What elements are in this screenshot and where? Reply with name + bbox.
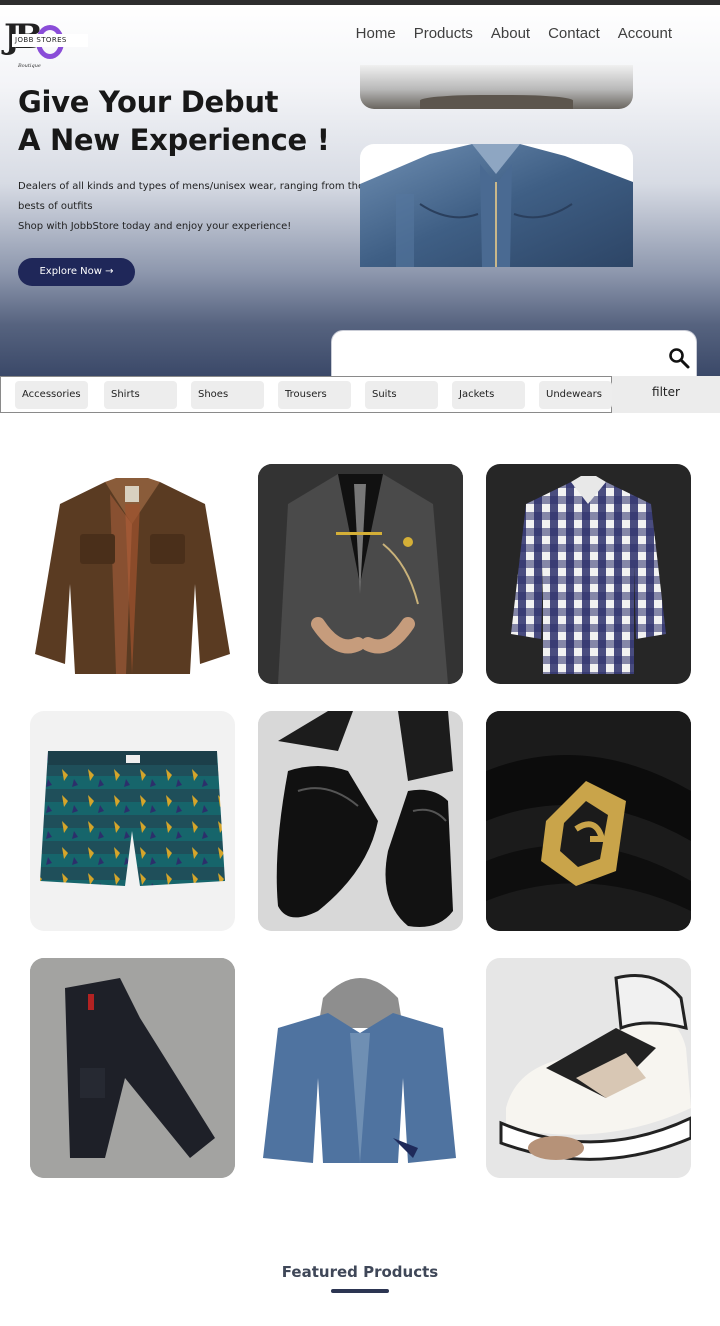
category-shirts[interactable]: Shirts — [104, 381, 177, 409]
featured-products-heading: Featured Products — [281, 1263, 439, 1281]
hero-title-line-1: Give Your Debut — [18, 85, 279, 119]
hero-tagline: Shop with JobbStore today and enjoy your… — [18, 221, 292, 232]
product-card-chunky-sneakers[interactable] — [486, 958, 691, 1178]
belt-image — [486, 711, 691, 931]
category-shoes[interactable]: Shoes — [191, 381, 264, 409]
brown-jacket-image — [35, 478, 230, 674]
boxer-shorts-image — [40, 751, 225, 886]
nav-account[interactable]: Account — [618, 25, 672, 42]
category-accessories[interactable]: Accessories — [15, 381, 88, 409]
featured-underline — [331, 1289, 389, 1293]
hero-image-denim-jacket — [360, 144, 633, 267]
filter-button[interactable]: filter — [612, 376, 720, 413]
product-card-checked-shirt[interactable] — [486, 464, 691, 684]
explore-now-button[interactable]: Explore Now → — [18, 258, 135, 286]
search-bar — [331, 330, 697, 381]
hero-description: Dealers of all kinds and types of mens/u… — [18, 181, 365, 212]
checked-shirt-image — [511, 476, 666, 674]
hero-section: JB JOBB STORES Boutique Home Products Ab… — [0, 5, 720, 381]
hero-title: Give Your Debut A New Experience ! — [18, 83, 330, 159]
product-card-cargo-jeans[interactable] — [30, 958, 235, 1178]
product-card-belt[interactable] — [486, 711, 691, 931]
denim-jacket-illustration — [360, 144, 633, 267]
product-card-suit[interactable] — [258, 464, 463, 684]
hooded-denim-jacket-image — [263, 978, 456, 1163]
store-logo[interactable]: JB JOBB STORES Boutique — [2, 17, 88, 73]
product-card-hooded-denim-jacket[interactable] — [258, 958, 463, 1178]
hero-title-line-2: A New Experience ! — [18, 123, 330, 157]
nav-about[interactable]: About — [491, 25, 530, 42]
category-underwears[interactable]: Undewears — [539, 381, 612, 409]
hero-image-top — [360, 65, 633, 109]
suit-image — [258, 464, 463, 684]
category-suits[interactable]: Suits — [365, 381, 438, 409]
logo-band-text: JOBB STORES — [12, 34, 88, 47]
nav-contact[interactable]: Contact — [548, 25, 600, 42]
logo-subtitle: Boutique — [18, 63, 41, 69]
search-input[interactable] — [344, 341, 644, 373]
main-nav: Home Products About Contact Account — [356, 25, 672, 42]
category-jackets[interactable]: Jackets — [452, 381, 525, 409]
cargo-jeans-image — [30, 958, 235, 1178]
category-trousers[interactable]: Trousers — [278, 381, 351, 409]
chunky-sneakers-image — [486, 958, 691, 1178]
nav-products[interactable]: Products — [414, 25, 473, 42]
product-card-loafers[interactable] — [258, 711, 463, 931]
search-icon[interactable] — [667, 346, 691, 370]
loafers-image — [258, 711, 463, 931]
nav-home[interactable]: Home — [356, 25, 396, 42]
product-card-boxer-shorts[interactable] — [30, 711, 235, 931]
category-bar: Accessories Shirts Shoes Trousers Suits … — [0, 376, 612, 413]
product-card-brown-jacket[interactable] — [30, 464, 235, 684]
